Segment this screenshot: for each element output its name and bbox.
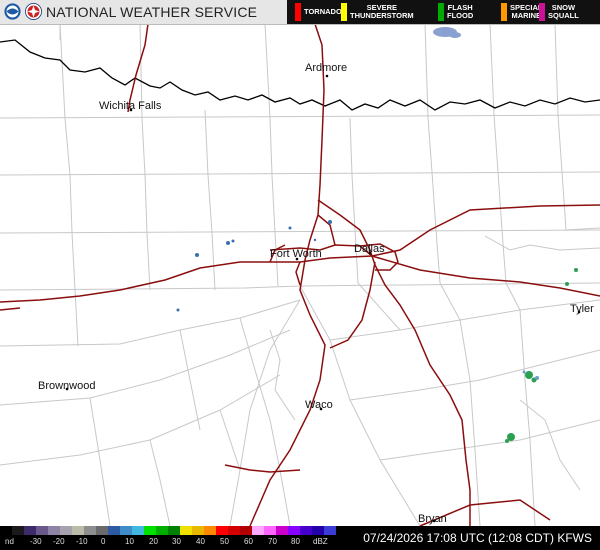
scale-swatch: [120, 526, 132, 535]
county-boundaries: [0, 23, 600, 527]
city-label-wichita-falls: Wichita Falls: [99, 100, 162, 112]
scale-tick-label: 30: [172, 537, 181, 546]
legend-label: FLASH FLOOD: [447, 3, 474, 20]
nws-logo-icon: [25, 3, 42, 20]
scale-swatch: [12, 526, 24, 535]
scale-tick-label: 40: [196, 537, 205, 546]
scale-swatch: [204, 526, 216, 535]
radar-map[interactable]: [0, 0, 600, 550]
scale-tick-label: 0: [101, 537, 106, 546]
scale-swatch: [180, 526, 192, 535]
scale-swatch: [300, 526, 312, 535]
city-label-waco: Waco: [305, 399, 333, 411]
scale-ticks: nd -30 -20 -10 0 10 20 30 40 50 60 70 80 dBZ: [0, 536, 336, 550]
scale-swatch: [60, 526, 72, 535]
city-label-dallas: Dallas: [354, 243, 385, 255]
reflectivity-scale: nd -30 -20 -10 0 10 20 30 40 50 60 70 80 dBZ: [0, 526, 336, 550]
scale-swatch: [240, 526, 252, 535]
scale-swatch: [144, 526, 156, 535]
legend-swatch: [341, 3, 347, 21]
scale-tick-label: -20: [53, 537, 65, 546]
scale-tick-label: 80: [291, 537, 300, 546]
scale-tick-label: nd: [5, 537, 14, 546]
scale-swatch: [264, 526, 276, 535]
legend-label: SPECIAL MARINE: [510, 3, 543, 20]
scale-tick-label: dBZ: [313, 537, 328, 546]
scale-tick-label: 60: [244, 537, 253, 546]
noaa-logo-icon: [4, 3, 21, 20]
city-label-brownwood: Brownwood: [38, 380, 96, 392]
scale-tick-label: -30: [30, 537, 42, 546]
scale-tick-label: -10: [76, 537, 88, 546]
scale-swatch: [96, 526, 108, 535]
scale-swatch: [228, 526, 240, 535]
scale-swatch: [36, 526, 48, 535]
legend-swatch: [539, 3, 545, 21]
state-line: [0, 39, 600, 111]
scale-swatch: [132, 526, 144, 535]
scale-swatch: [312, 526, 324, 535]
legend-swatch: [295, 3, 301, 21]
page-title: NATIONAL WEATHER SERVICE: [46, 4, 258, 20]
scale-swatch: [108, 526, 120, 535]
scale-tick-label: 20: [149, 537, 158, 546]
city-label-tyler: Tyler: [570, 303, 594, 315]
scale-swatch: [24, 526, 36, 535]
legend-label: SEVERE THUNDERSTORM: [350, 3, 414, 20]
scale-tick-label: 50: [220, 537, 229, 546]
scale-tick-label: 70: [268, 537, 277, 546]
scale-swatch: [252, 526, 264, 535]
city-label-bryan: Bryan: [418, 513, 447, 525]
city-label-ardmore: Ardmore: [305, 62, 348, 74]
city-label-fort-worth: Fort Worth: [270, 248, 322, 260]
scale-swatch: [72, 526, 84, 535]
scale-swatch: [276, 526, 288, 535]
scale-swatch: [216, 526, 228, 535]
scale-swatch: [48, 526, 60, 535]
legend-swatch: [501, 3, 507, 21]
legend-swatch: [438, 3, 444, 21]
scale-swatch: [84, 526, 96, 535]
color-scale-bar: [0, 526, 336, 535]
scale-swatch: [288, 526, 300, 535]
legend-label: TORNADO: [304, 7, 342, 16]
scale-swatch: [0, 526, 12, 535]
scale-swatch: [324, 526, 336, 535]
scale-swatch: [192, 526, 204, 535]
legend-label: SNOW SQUALL: [548, 3, 579, 20]
radar-echoes: [176, 27, 578, 443]
warning-legend: TORNADO SEVERE THUNDERSTORM FLASH FLOOD SPE…: [287, 0, 600, 24]
timestamp: 07/24/2026 17:08 UTC (12:08 CDT) KFWS: [363, 531, 592, 545]
highways: [0, 23, 600, 527]
scale-swatch: [168, 526, 180, 535]
scale-tick-label: 10: [125, 537, 134, 546]
scale-swatch: [156, 526, 168, 535]
